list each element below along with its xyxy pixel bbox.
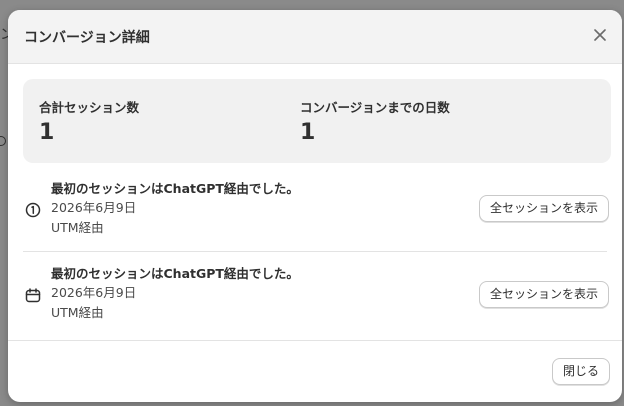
session-headline: 最初のセッションはChatGPT経由でした。 [51, 181, 299, 196]
row-divider [23, 251, 607, 252]
close-modal-button[interactable]: 閉じる [551, 358, 610, 385]
total-sessions-stat: 合計セッション数 1 [39, 97, 139, 145]
session-row: 最初のセッションはChatGPT経由でした。 2026年6月9日 UTM経由 全… [8, 261, 622, 345]
session-date: 2026年6月9日 [51, 285, 137, 300]
days-to-conversion-value: 1 [300, 120, 316, 145]
session-source: UTM経由 [51, 305, 104, 320]
stats-card: 合計セッション数 1 コンバージョンまでの日数 1 [23, 79, 611, 163]
session-headline: 最初のセッションはChatGPT経由でした。 [51, 266, 299, 281]
session-date: 2026年6月9日 [51, 200, 137, 215]
conversion-details-modal: コンバージョン詳細 合計セッション数 1 コンバージョンまでの日数 1 最初のセ… [8, 10, 622, 402]
close-button[interactable] [590, 25, 610, 45]
calendar-icon [25, 288, 41, 303]
total-sessions-label: 合計セッション数 [39, 100, 140, 115]
modal-header: コンバージョン詳細 [8, 10, 622, 64]
days-to-conversion-stat: コンバージョンまでの日数 1 [300, 97, 450, 145]
view-all-sessions-button[interactable]: 全セッションを表示 [479, 195, 610, 222]
view-all-sessions-button[interactable]: 全セッションを表示 [479, 281, 610, 308]
modal-title: コンバージョン詳細 [24, 30, 150, 46]
modal-footer: 閉じる [8, 340, 622, 402]
session-source: UTM経由 [51, 220, 104, 235]
days-to-conversion-label: コンバージョンまでの日数 [300, 100, 450, 115]
session-text: 最初のセッションはChatGPT経由でした。 2026年6月9日 UTM経由 [51, 265, 299, 323]
first-session-icon [25, 202, 41, 218]
session-row: 最初のセッションはChatGPT経由でした。 2026年6月9日 UTM経由 全… [8, 176, 622, 260]
close-icon [594, 29, 606, 41]
backdrop-icon [0, 136, 6, 146]
total-sessions-value: 1 [39, 120, 55, 145]
session-text: 最初のセッションはChatGPT経由でした。 2026年6月9日 UTM経由 [51, 180, 299, 238]
